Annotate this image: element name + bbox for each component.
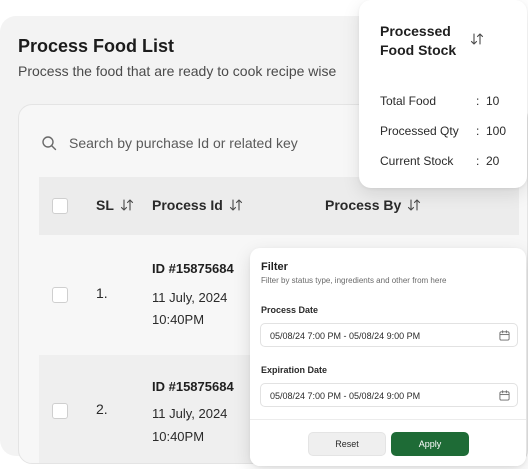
row-time: 10:40PM: [152, 312, 205, 327]
page-title: Process Food List: [18, 36, 175, 56]
reset-button[interactable]: Reset: [308, 432, 386, 456]
stat-label: Current Stock: [380, 154, 454, 168]
expiration-date-value: 05/08/24 7:00 PM - 05/08/24 9:00 PM: [270, 391, 421, 401]
header-process-by-label: Process By: [325, 197, 402, 213]
row-sl: 1.: [96, 285, 108, 301]
header-sl[interactable]: SL: [96, 197, 134, 213]
row-date: 11 July, 2024: [152, 406, 228, 421]
stock-title: Processed Food Stock: [380, 22, 480, 60]
stat-label: Total Food: [380, 94, 437, 108]
stat-value: 100: [486, 124, 507, 138]
row-checkbox[interactable]: [52, 287, 68, 303]
row-process-id: ID #15875684: [152, 261, 234, 276]
stock-title-line1: Processed: [380, 23, 451, 39]
header-sl-label: SL: [96, 197, 114, 213]
stat-colon: :: [476, 154, 480, 168]
expiration-date-field[interactable]: 05/08/24 7:00 PM - 05/08/24 9:00 PM: [260, 383, 518, 407]
expiration-date-label: Expiration Date: [261, 365, 328, 375]
row-sl: 2.: [96, 401, 108, 417]
row-date: 11 July, 2024: [152, 290, 228, 305]
page-subtitle: Process the food that are ready to cook …: [18, 63, 337, 79]
calendar-icon[interactable]: [499, 330, 510, 341]
filter-title: Filter: [261, 261, 288, 273]
apply-button[interactable]: Apply: [391, 432, 469, 456]
stock-card: Processed Food Stock Total Food : 10 Pro…: [359, 0, 527, 188]
filter-footer: Reset Apply: [250, 419, 526, 466]
stat-value: 20: [486, 154, 500, 168]
stat-colon: :: [476, 94, 480, 108]
process-date-value: 05/08/24 7:00 PM - 05/08/24 9:00 PM: [270, 331, 421, 341]
sort-icon[interactable]: [407, 198, 421, 212]
sort-icon[interactable]: [120, 198, 134, 212]
process-date-label: Process Date: [261, 305, 319, 315]
header-process-by[interactable]: Process By: [325, 197, 421, 213]
row-process-id: ID #15875684: [152, 379, 234, 394]
filter-subtitle: Filter by status type, ingredients and o…: [261, 276, 447, 285]
sort-icon[interactable]: [470, 32, 484, 46]
header-process-id-label: Process Id: [152, 197, 223, 213]
stock-title-line2: Food Stock: [380, 42, 457, 58]
row-time: 10:40PM: [152, 429, 205, 444]
stat-label: Processed Qty: [380, 124, 459, 138]
stat-value: 10: [486, 94, 500, 108]
filter-panel: Filter Filter by status type, ingredient…: [250, 248, 526, 466]
search-input[interactable]: Search by purchase Id or related key: [69, 135, 298, 151]
select-all-checkbox[interactable]: [52, 198, 68, 214]
process-date-field[interactable]: 05/08/24 7:00 PM - 05/08/24 9:00 PM: [260, 323, 518, 347]
search-bar[interactable]: Search by purchase Id or related key: [41, 135, 298, 151]
stat-colon: :: [476, 124, 480, 138]
row-checkbox[interactable]: [52, 403, 68, 419]
stage: Process Food List Process the food that …: [0, 0, 528, 469]
header-process-id[interactable]: Process Id: [152, 197, 243, 213]
calendar-icon[interactable]: [499, 390, 510, 401]
sort-icon[interactable]: [229, 198, 243, 212]
search-icon: [42, 136, 57, 151]
